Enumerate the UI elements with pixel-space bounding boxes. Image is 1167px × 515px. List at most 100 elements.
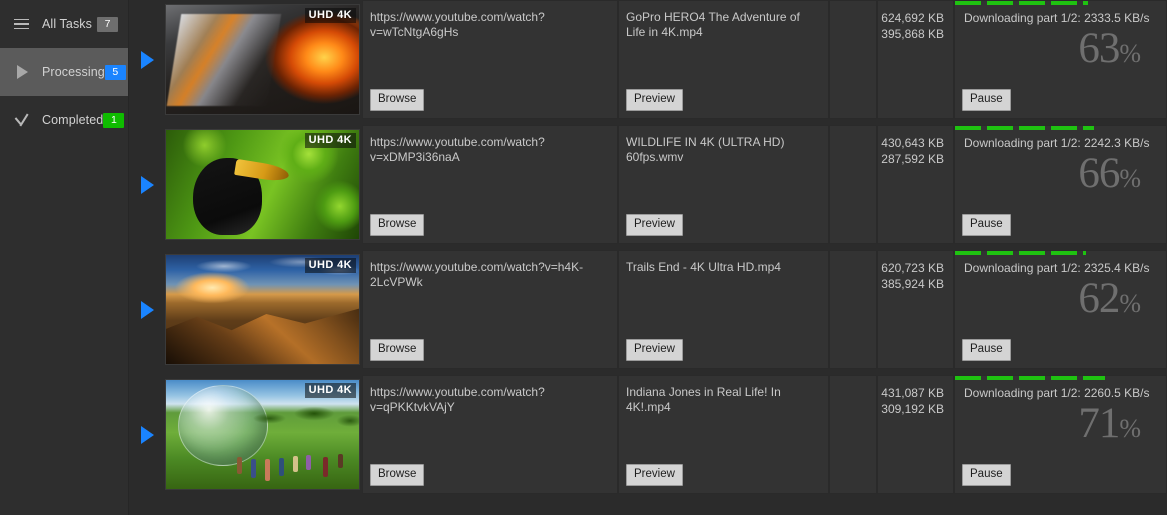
pause-button[interactable]: Pause [962, 89, 1011, 111]
title-cell: Trails End - 4K Ultra HD.mp4 Preview [618, 250, 829, 369]
url-cell: https://www.youtube.com/watch?v=xDMP3i36… [362, 125, 618, 244]
task-expand-button[interactable] [129, 375, 165, 494]
file-name: Trails End - 4K Ultra HD.mp4 [626, 260, 781, 274]
progress-cell: Downloading part 1/2: 2242.3 KB/s 66% Pa… [954, 125, 1167, 244]
quality-badge: UHD 4K [304, 258, 356, 273]
size-total: 430,643 KB [881, 136, 944, 150]
video-thumbnail[interactable]: UHD 4K [165, 254, 360, 365]
url-cell: https://www.youtube.com/watch?v=wTcNtgA6… [362, 0, 618, 119]
percent-number: 62 [1078, 275, 1120, 322]
play-triangle-icon [140, 425, 154, 444]
video-url: https://www.youtube.com/watch?v=wTcNtgA6… [370, 10, 545, 39]
progress-bar-fill [955, 1, 1088, 5]
sidebar-count-badge: 7 [97, 16, 118, 32]
size-values: 430,643 KB 287,592 KB [881, 135, 944, 167]
video-thumbnail[interactable]: UHD 4K [165, 379, 360, 490]
task-expand-button[interactable] [129, 250, 165, 369]
download-status: Downloading part 1/2: 2242.3 KB/s [964, 136, 1150, 150]
sidebar-item-label: Processing [42, 65, 105, 79]
play-icon [8, 59, 34, 85]
video-url: https://www.youtube.com/watch?v=qPKKtvkV… [370, 385, 545, 414]
percent-sign: % [1119, 164, 1141, 193]
quality-badge: UHD 4K [304, 8, 356, 23]
pause-button[interactable]: Pause [962, 464, 1011, 486]
sidebar-item-label: All Tasks [42, 17, 92, 31]
spacer-cell [829, 0, 877, 119]
play-triangle-icon [140, 175, 154, 194]
task-row: UHD 4K https://www.youtube.com/watch?v=w… [129, 0, 1167, 119]
task-row: UHD 4K https://www.youtube.com/watch?v=q… [129, 375, 1167, 494]
browse-button[interactable]: Browse [370, 339, 425, 361]
size-values: 624,692 KB 395,868 KB [881, 10, 944, 42]
progress-bar [955, 1, 1166, 5]
play-triangle-icon [140, 50, 154, 69]
sidebar-count-badge: 1 [103, 112, 125, 128]
quality-badge: UHD 4K [304, 133, 356, 148]
preview-button[interactable]: Preview [626, 339, 683, 361]
progress-percent: 66% [1078, 150, 1141, 203]
size-downloaded: 385,924 KB [881, 277, 944, 291]
percent-number: 63 [1078, 25, 1120, 72]
preview-button[interactable]: Preview [626, 464, 683, 486]
size-cell: 624,692 KB 395,868 KB [877, 0, 954, 119]
percent-number: 71 [1078, 400, 1120, 447]
size-cell: 431,087 KB 309,192 KB [877, 375, 954, 494]
thumbnail-people [232, 428, 356, 485]
percent-sign: % [1119, 414, 1141, 443]
video-thumbnail[interactable]: UHD 4K [165, 129, 360, 240]
preview-button[interactable]: Preview [626, 214, 683, 236]
sidebar-item-completed[interactable]: Completed 1 [0, 96, 128, 144]
download-status: Downloading part 1/2: 2260.5 KB/s [964, 386, 1150, 400]
size-downloaded: 287,592 KB [881, 152, 944, 166]
play-triangle-icon [140, 300, 154, 319]
progress-cell: Downloading part 1/2: 2325.4 KB/s 62% Pa… [954, 250, 1167, 369]
sidebar-item-all-tasks[interactable]: All Tasks 7 [0, 0, 128, 48]
size-values: 431,087 KB 309,192 KB [881, 385, 944, 417]
progress-bar-fill [955, 126, 1095, 130]
pause-button[interactable]: Pause [962, 339, 1011, 361]
progress-bar-fill [955, 376, 1105, 380]
task-row: UHD 4K https://www.youtube.com/watch?v=h… [129, 250, 1167, 369]
task-expand-button[interactable] [129, 0, 165, 119]
percent-number: 66 [1078, 150, 1120, 197]
thumbnail-cell: UHD 4K [165, 125, 362, 244]
size-total: 620,723 KB [881, 261, 944, 275]
url-cell: https://www.youtube.com/watch?v=h4K-2LcV… [362, 250, 618, 369]
task-expand-button[interactable] [129, 125, 165, 244]
check-icon [8, 107, 34, 133]
size-total: 431,087 KB [881, 386, 944, 400]
spacer-cell [829, 125, 877, 244]
progress-percent: 63% [1078, 25, 1141, 78]
task-list: UHD 4K https://www.youtube.com/watch?v=w… [129, 0, 1167, 515]
progress-percent: 71% [1078, 400, 1141, 453]
thumbnail-cell: UHD 4K [165, 375, 362, 494]
download-status: Downloading part 1/2: 2325.4 KB/s [964, 261, 1150, 275]
progress-bar [955, 376, 1166, 380]
percent-sign: % [1119, 39, 1141, 68]
thumbnail-cell: UHD 4K [165, 0, 362, 119]
browse-button[interactable]: Browse [370, 214, 425, 236]
file-name: GoPro HERO4 The Adventure of Life in 4K.… [626, 10, 800, 39]
size-cell: 430,643 KB 287,592 KB [877, 125, 954, 244]
progress-cell: Downloading part 1/2: 2260.5 KB/s 71% Pa… [954, 375, 1167, 494]
size-total: 624,692 KB [881, 11, 944, 25]
sidebar-item-processing[interactable]: Processing 5 [0, 48, 128, 96]
pause-button[interactable]: Pause [962, 214, 1011, 236]
title-cell: GoPro HERO4 The Adventure of Life in 4K.… [618, 0, 829, 119]
video-thumbnail[interactable]: UHD 4K [165, 4, 360, 115]
browse-button[interactable]: Browse [370, 89, 425, 111]
video-url: https://www.youtube.com/watch?v=xDMP3i36… [370, 135, 545, 164]
file-name: WILDLIFE IN 4K (ULTRA HD) 60fps.wmv [626, 135, 785, 164]
progress-bar [955, 126, 1166, 130]
progress-bar-fill [955, 251, 1086, 255]
download-status: Downloading part 1/2: 2333.5 KB/s [964, 11, 1150, 25]
progress-cell: Downloading part 1/2: 2333.5 KB/s 63% Pa… [954, 0, 1167, 119]
video-url: https://www.youtube.com/watch?v=h4K-2LcV… [370, 260, 584, 289]
preview-button[interactable]: Preview [626, 89, 683, 111]
browse-button[interactable]: Browse [370, 464, 425, 486]
sidebar-count-badge: 5 [104, 64, 126, 80]
thumbnail-cell: UHD 4K [165, 250, 362, 369]
size-values: 620,723 KB 385,924 KB [881, 260, 944, 292]
sidebar-item-label: Completed [42, 113, 104, 127]
spacer-cell [829, 375, 877, 494]
